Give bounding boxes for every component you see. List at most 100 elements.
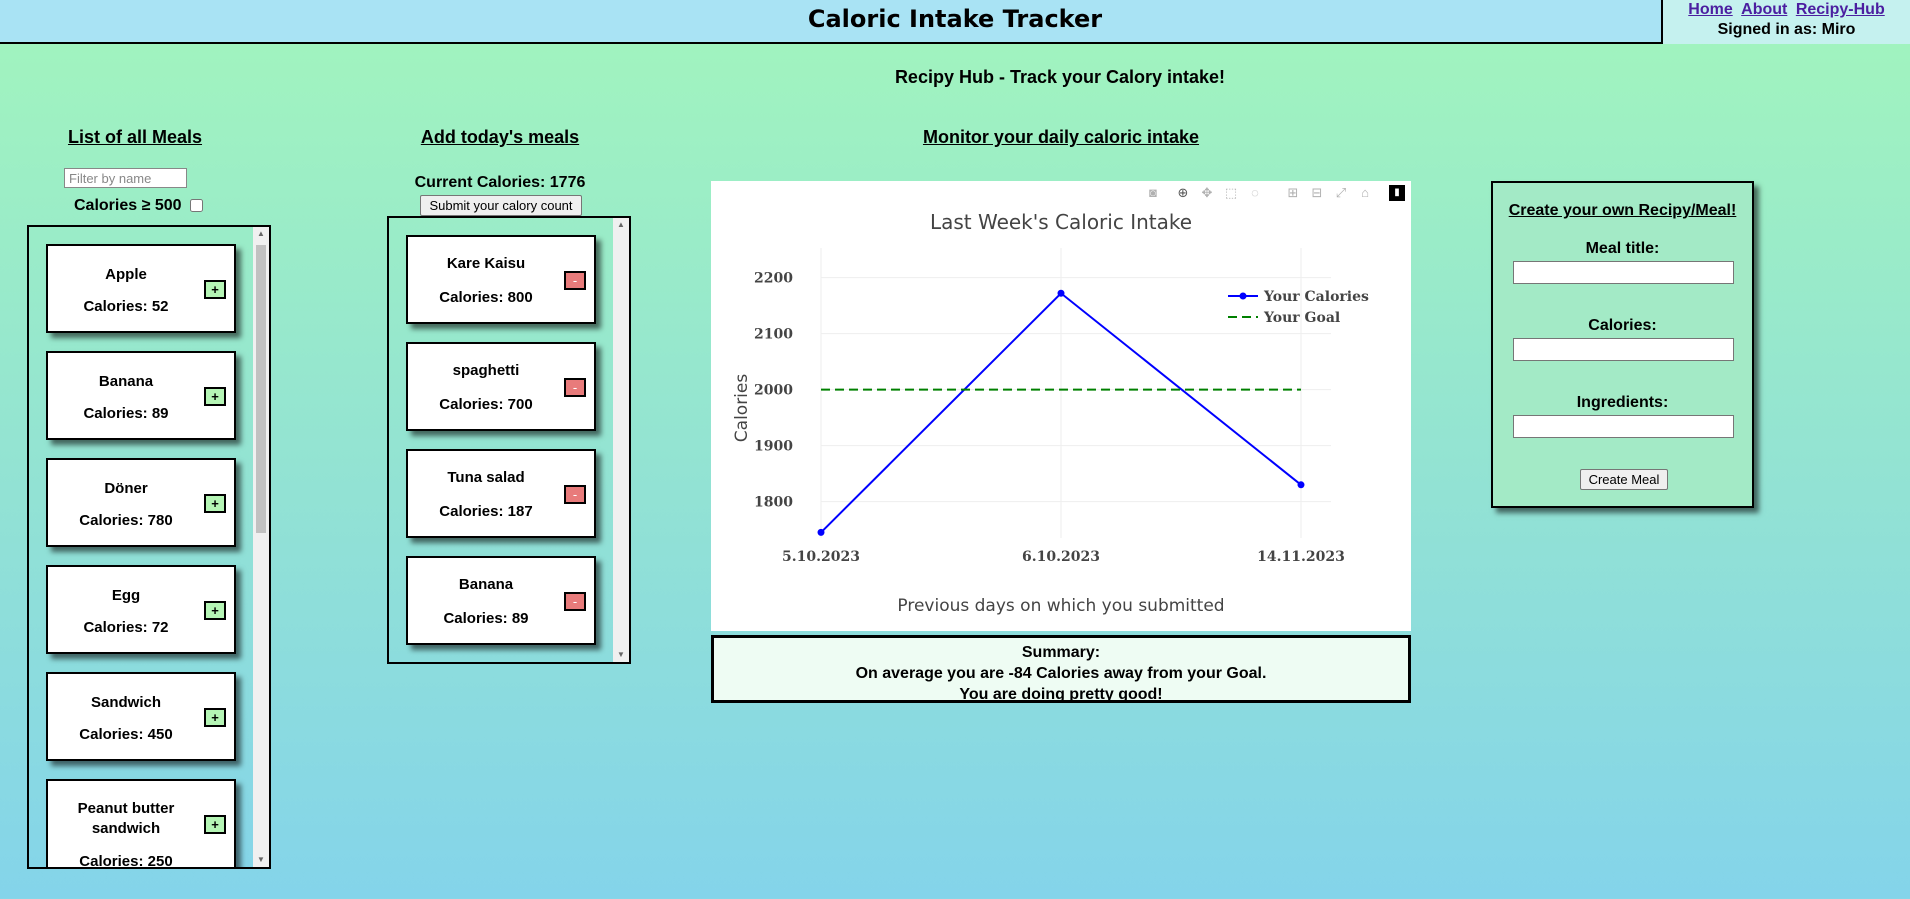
scroll-down-arrow-icon[interactable]: ▼ [253,853,269,867]
calories-data-point [817,528,825,536]
meal-title-input[interactable] [1513,261,1734,284]
meal-card: Sandwich Calories: 450 + [46,672,236,761]
x-tick-label: 5.10.2023 [782,549,860,565]
zoom-in-icon[interactable]: ⊞ [1285,185,1301,201]
nav-about-link[interactable]: About [1741,1,1787,18]
calories-label: Calories: [1588,317,1657,334]
summary-title: Summary: [1021,644,1101,661]
remove-meal-button[interactable]: - [564,271,586,290]
meal-calories: Calories: 250 [79,853,173,869]
page-subtitle: Recipy Hub - Track your Calory intake! [894,67,1226,87]
meal-card: Apple Calories: 52 + [46,244,236,333]
scrollbar-thumb[interactable] [256,245,266,533]
meal-name: Sandwich [90,694,161,711]
calories-input[interactable] [1513,338,1734,361]
ingredients-input[interactable] [1513,415,1734,438]
scroll-up-arrow-icon[interactable]: ▲ [613,218,629,232]
caloric-intake-chart: 1800 1900 2000 2100 2200 5.10.2023 6.10.2023 14… [732,210,1369,616]
today-meal-card: Banana Calories: 89 - [406,556,596,645]
remove-meal-button[interactable]: - [564,485,586,504]
autoscale-icon[interactable]: ⤢ [1333,185,1349,201]
meal-calories: Calories: 89 [443,610,529,627]
meal-name: Peanut butter sandwich [77,800,175,837]
x-tick-label: 6.10.2023 [1022,549,1100,565]
add-meal-button[interactable]: + [204,601,226,620]
camera-icon[interactable]: ◙ [1145,185,1161,201]
y-tick-label: 1800 [754,495,793,511]
legend-entry: Your Calories [1263,289,1369,305]
meal-calories: Calories: 89 [83,405,169,422]
summary-line-1: On average you are -84 Calories away fro… [855,665,1267,682]
top-bar: Caloric Intake Tracker Home About Recipy… [0,0,1910,44]
pan-icon[interactable]: ✥ [1199,185,1215,201]
filter-by-name-input[interactable] [64,168,187,188]
meal-card: Banana Calories: 89 + [46,351,236,440]
add-meal-button[interactable]: + [204,280,226,299]
add-meal-button[interactable]: + [204,494,226,513]
add-meal-button[interactable]: + [204,387,226,406]
lasso-select-icon[interactable]: ◌ [1247,185,1263,201]
app-title: Caloric Intake Tracker [807,5,1103,33]
meal-card: Peanut butter sandwich Calories: 250 + [46,779,236,869]
summary-box: Summary: On average you are -84 Calories… [711,635,1411,703]
create-meal-title: Create your own Recipy/Meal! [1508,202,1737,219]
x-axis-label: Previous days on which you submitted [897,596,1224,616]
nav-recipy-hub-link[interactable]: Recipy-Hub [1796,1,1885,18]
monitor-heading: Monitor your daily caloric intake [922,127,1200,147]
meal-name: Egg [111,587,141,604]
today-meals-heading: Add today's meals [420,127,580,147]
add-meal-button[interactable]: + [204,708,226,727]
meal-name: Banana [458,576,514,593]
y-tick-label: 2100 [754,327,793,343]
today-meals-panel[interactable]: Kare Kaisu Calories: 800 - spaghetti Cal… [387,216,631,664]
meal-card: Döner Calories: 780 + [46,458,236,547]
box-select-icon[interactable]: ⬚ [1223,185,1239,201]
scroll-down-arrow-icon[interactable]: ▼ [613,648,629,662]
remove-meal-button[interactable]: - [564,378,586,397]
meal-calories: Calories: 72 [83,619,169,636]
meal-name: Döner [104,480,148,497]
plotly-logo-icon[interactable]: ▮ [1389,185,1405,201]
scroll-up-arrow-icon[interactable]: ▲ [253,227,269,241]
nav-home-link[interactable]: Home [1688,1,1732,18]
meal-calories: Calories: 700 [439,396,533,413]
calories-data-point [1057,289,1065,297]
nav-links: Home About Recipy-Hub [1663,0,1910,20]
meal-calories: Calories: 450 [79,726,173,743]
create-meal-button[interactable]: Create Meal [1580,469,1668,490]
meal-name: spaghetti [452,362,520,379]
today-meal-card: Kare Kaisu Calories: 800 - [406,235,596,324]
meals-list-heading: List of all Meals [67,127,203,147]
summary-line-2: You are doing pretty good! [959,686,1163,703]
zoom-out-icon[interactable]: ⊟ [1309,185,1325,201]
meal-calories: Calories: 800 [439,289,533,306]
signed-in-label: Signed in as: Miro [1717,21,1856,38]
chart-container: 1800 1900 2000 2100 2200 5.10.2023 6.10.2023 14… [711,181,1411,631]
x-tick-label: 14.11.2023 [1257,549,1345,565]
legend-entry: Your Goal [1263,310,1340,326]
meals-list-scrollbar[interactable]: ▲ ▼ [253,227,269,867]
remove-meal-button[interactable]: - [564,592,586,611]
y-tick-label: 2000 [754,383,793,399]
meal-name: Tuna salad [447,469,525,486]
meal-name: Apple [105,266,147,283]
current-calories: Current Calories: 1776 [414,174,586,191]
today-meals-scrollbar[interactable]: ▲ ▼ [613,218,629,662]
meal-calories: Calories: 52 [83,298,169,315]
meal-calories: Calories: 780 [79,512,173,529]
calorie-filter-checkbox[interactable] [189,199,203,213]
submit-calory-count-button[interactable]: Submit your calory count [420,195,582,216]
zoom-icon[interactable]: ⊕ [1175,185,1191,201]
y-tick-label: 2200 [754,271,793,287]
reset-axes-icon[interactable]: ⌂ [1357,185,1373,201]
chart-title: Last Week's Caloric Intake [930,210,1192,234]
add-meal-button[interactable]: + [204,815,226,834]
meals-list-panel[interactable]: Apple Calories: 52 + Banana Calories: 89… [27,225,271,869]
chart-modebar: ◙ ⊕ ✥ ⬚ ◌ ⊞ ⊟ ⤢ ⌂ ▮ [1145,185,1405,201]
create-meal-form: Create your own Recipy/Meal! Meal title:… [1491,181,1754,508]
today-meal-card: spaghetti Calories: 700 - [406,342,596,431]
y-tick-label: 1900 [754,439,793,455]
meal-name: Kare Kaisu [446,255,526,272]
calorie-filter-label: Calories ≥ 500 [74,197,182,214]
calorie-filter: Calories ≥ 500 [74,197,203,215]
